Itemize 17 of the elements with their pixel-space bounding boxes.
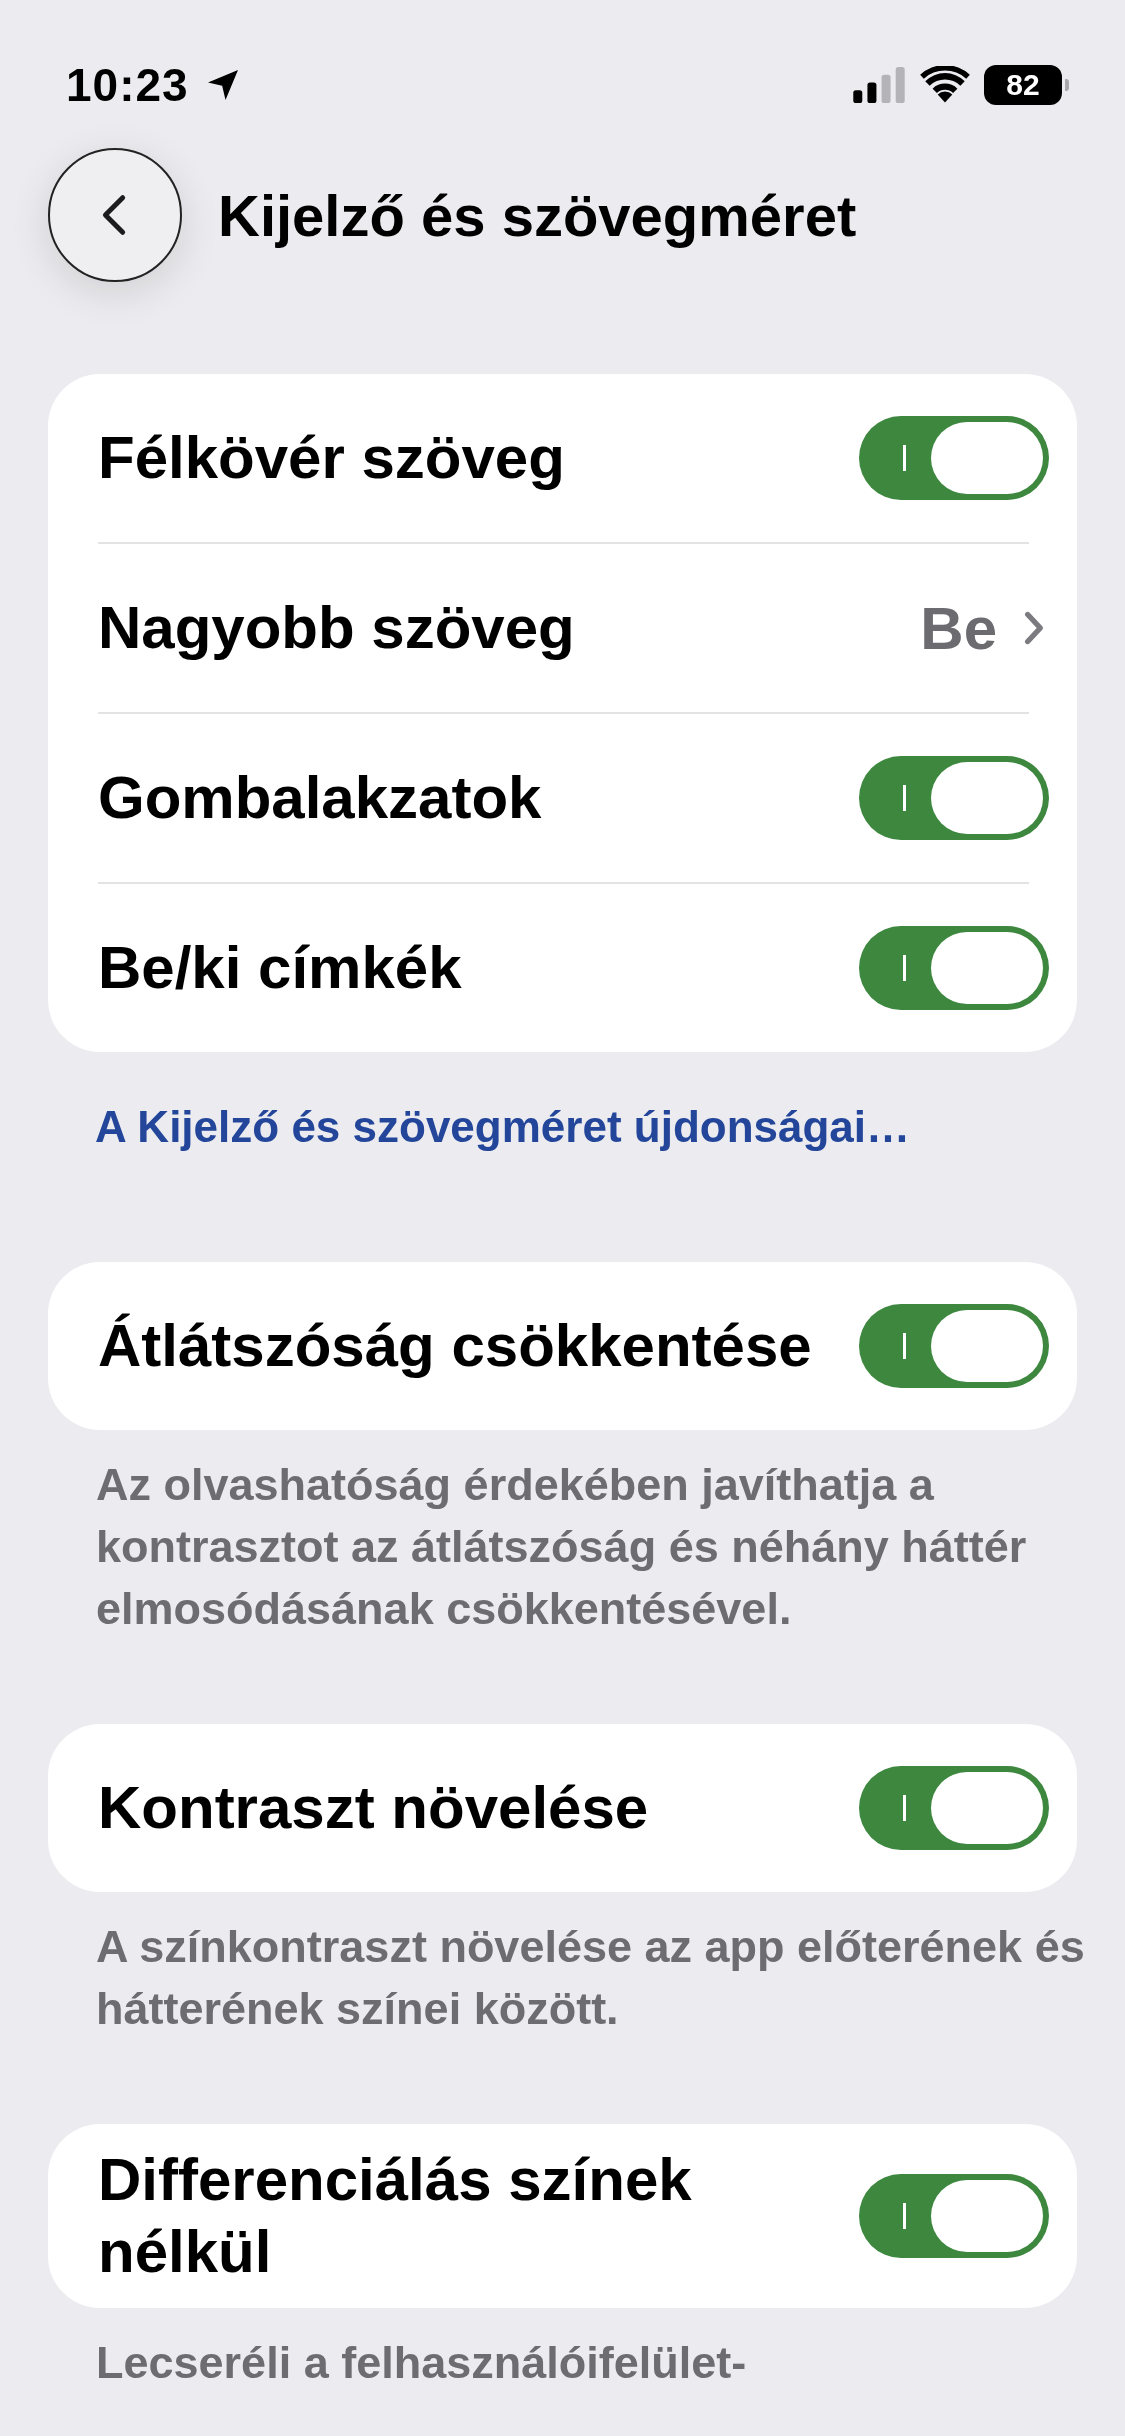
section-footer: Az olvashatóság érdekében javíthatja a kontrasztot az átlátszóság és néhány háttér elmosódásának csökkentésével. [96, 1454, 1085, 1640]
setting-label: Gombalakzatok [98, 763, 542, 833]
setting-label: Félkövér szöveg [98, 423, 565, 493]
setting-label: Be/ki címkék [98, 933, 462, 1003]
section-footer: A színkontraszt növelése az app előterének és hátterének színei között. [96, 1916, 1085, 2040]
chevron-right-icon [1023, 610, 1045, 646]
setting-label: Átlátszóság csökkentése [98, 1311, 812, 1381]
whats-new-link[interactable]: A Kijelző és szövegméret újdonságai… [95, 1102, 911, 1152]
setting-label: Differenciálás színek nélkül [98, 2145, 693, 2287]
setting-label: Kontraszt növelése [98, 1773, 649, 1843]
section-footer: Lecseréli a felhasználóifelület- [96, 2332, 1085, 2394]
status-time: 10:23 [66, 58, 189, 112]
page-title: Kijelző és szövegméret [218, 181, 857, 249]
setting-value: Be [920, 593, 997, 663]
wifi-icon [920, 66, 970, 104]
signal-icon [852, 67, 906, 103]
setting-label: Nagyobb szöveg [98, 593, 575, 663]
